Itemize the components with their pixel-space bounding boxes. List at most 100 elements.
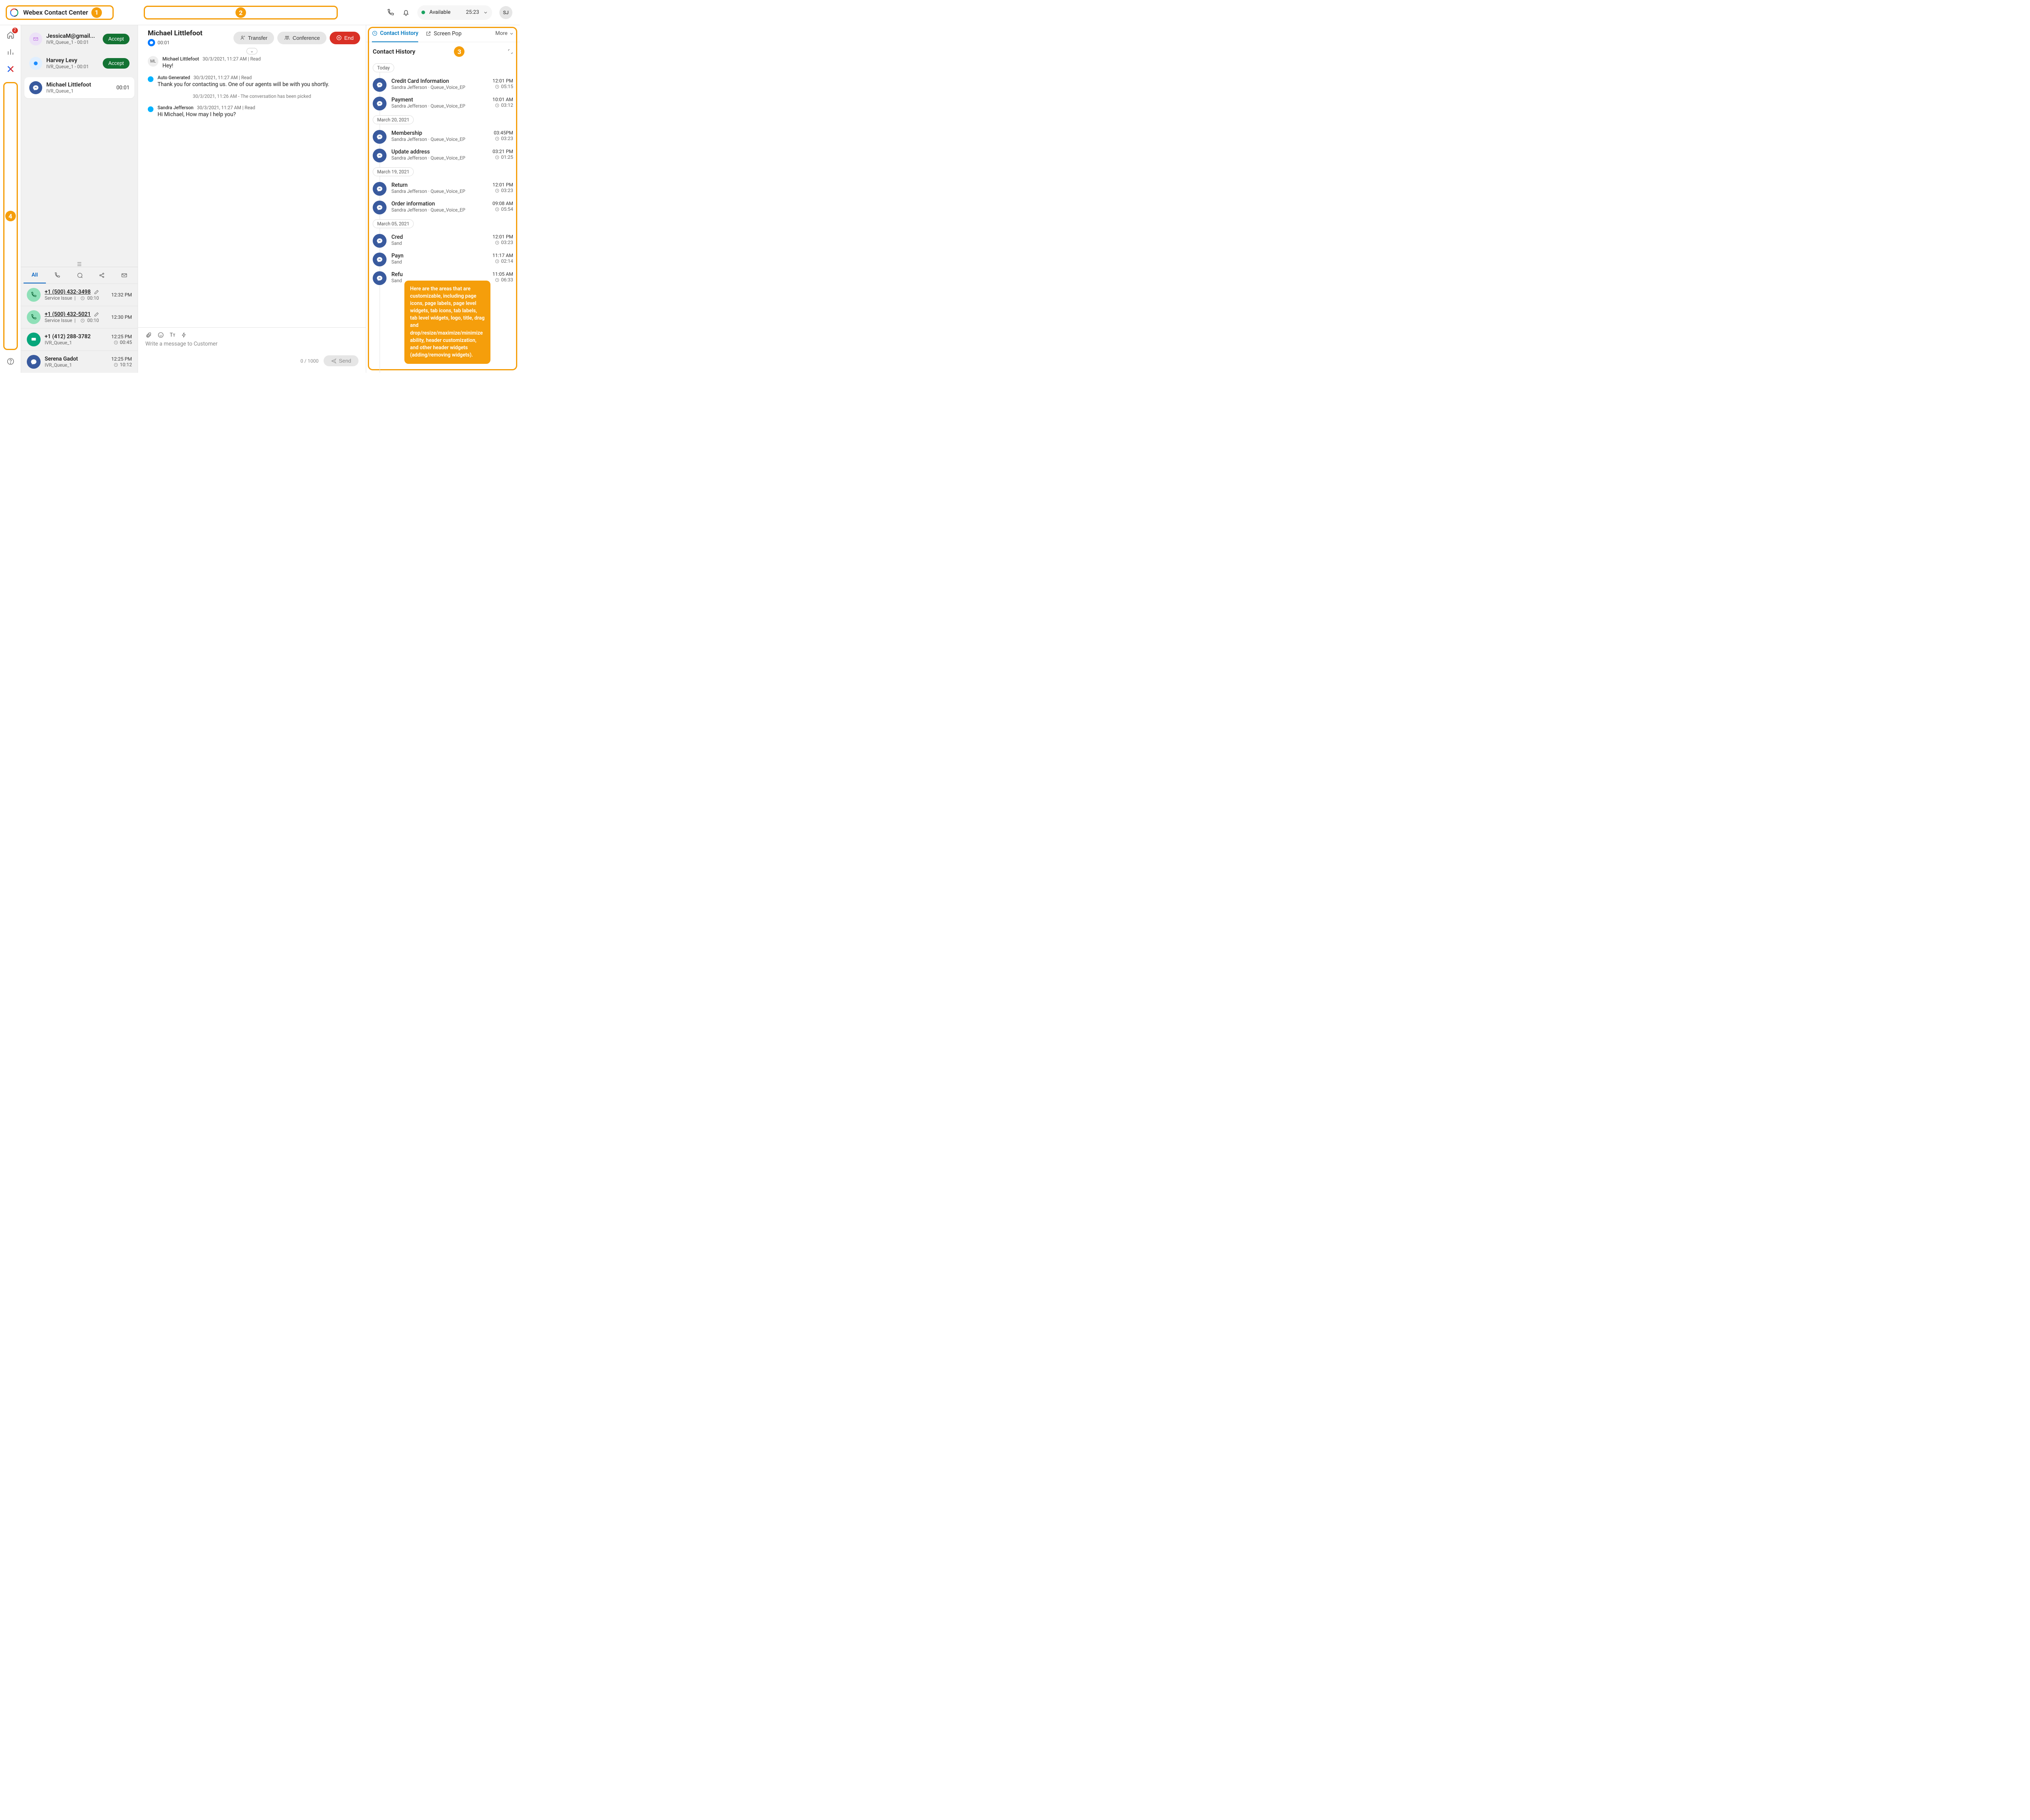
history-row[interactable]: +1 (500) 432-5021Service Issue | 00:1012… [21,306,138,328]
task-incoming[interactable]: Harvey LevyIVR_Queue_1 - 00:01 Accept [24,53,134,74]
history-row[interactable]: +1 (500) 432-3498Service Issue | 00:1012… [21,283,138,306]
conversation-timer: 00:01 [158,40,170,45]
tab-contact-history[interactable]: Contact History [372,25,418,42]
event-sub: Sandra Jefferson · Queue_Voice_EP [391,103,488,109]
task-incoming[interactable]: JessicaM@gmail...IVR_Queue_1 - 00:01Acce… [24,28,134,50]
char-counter: 0 / 1000 [300,358,319,364]
timeline-event[interactable]: CredSand12:01 PM03:23 [373,231,513,250]
history-title: +1 (500) 432-3498 [45,289,91,295]
event-title: Return [391,182,488,188]
timeline-event[interactable]: RefuSand11:05 AM06:33 [373,269,513,287]
transfer-button[interactable]: Transfer [233,32,274,44]
timeline-date-chip: March 05, 2021 [373,219,414,228]
event-time: 03:21 PM [492,149,513,154]
send-button[interactable]: Send [324,355,358,366]
attach-icon[interactable] [145,332,152,338]
user-avatar[interactable]: SJ [499,6,512,19]
channel-icon [27,355,41,369]
nav-help-icon[interactable] [5,356,16,367]
event-duration: 03:23 [492,188,513,193]
messenger-icon [373,201,387,214]
history-row[interactable]: +1 (412) 288-3782IVR_Queue_112:25 PM00:4… [21,328,138,350]
messenger-icon [373,149,387,162]
timeline-event[interactable]: ReturnSandra Jefferson · Queue_Voice_EP1… [373,179,513,198]
tasks-tab-voice-icon[interactable] [46,267,68,283]
event-sub: Sand [391,278,488,283]
logo-area: Webex Contact Center 1 [6,5,114,20]
panel-title: Contact History [373,48,415,55]
header-center-area: 2 [144,6,338,19]
tab-more[interactable]: More [495,30,514,37]
event-sub: Sandra Jefferson · Queue_Voice_EP [391,207,488,213]
history-time: 12:25 PM [111,356,132,362]
event-sub: Sand [391,259,488,265]
edit-icon[interactable] [94,311,99,317]
task-name: Harvey Levy [46,57,99,64]
conversation-title: Michael Littlefoot [148,29,203,37]
event-time: 11:17 AM [492,253,513,258]
status-dot-icon [421,11,425,14]
timeline-date-chip: March 20, 2021 [373,115,414,124]
history-sub: IVR_Queue_1 [45,340,107,346]
emoji-icon[interactable] [158,332,164,338]
timeline-event[interactable]: Update addressSandra Jefferson · Queue_V… [373,146,513,165]
annotation-marker-1: 1 [91,7,102,18]
nav-multicolor-icon[interactable] [5,63,16,75]
message-input[interactable]: Write a message to Customer [145,341,358,347]
tasks-tab-chat-icon[interactable] [68,267,91,283]
task-sub: IVR_Queue_1 - 00:01 [46,64,99,69]
expand-conversation-toggle[interactable]: ⌄ [246,48,257,54]
event-sub: Sand [391,240,488,246]
message: Auto Generated 30/3/2021, 11:27 AM | Rea… [148,75,356,88]
task-sub: IVR_Queue_1 - 00:01 [46,39,99,45]
accept-button[interactable]: Accept [103,58,130,69]
event-time: 10:01 AM [492,97,513,102]
format-icon[interactable]: Tᴛ [170,332,175,338]
event-title: Membership [391,130,489,136]
sender-dot-icon [148,76,153,82]
nav-stats-icon[interactable] [5,46,16,58]
expand-panel-icon[interactable] [508,49,513,54]
event-time: 12:01 PM [492,182,513,188]
left-rail-annotation-frame: 4 [3,82,18,350]
messenger-icon [373,234,387,248]
app-logo-icon [9,7,20,18]
conference-button[interactable]: Conference [277,32,326,44]
history-title: +1 (412) 288-3782 [45,333,91,340]
timeline-event[interactable]: MembershipSandra Jefferson · Queue_Voice… [373,128,513,146]
tasks-tab-all[interactable]: All [24,267,46,283]
messenger-icon [373,253,387,266]
tasks-tab-email-icon[interactable] [113,267,135,283]
edit-icon[interactable] [94,289,99,295]
nav-home-icon[interactable]: 2 [5,29,16,41]
resize-grip-icon[interactable]: ☰ [21,262,138,267]
lightning-icon[interactable] [181,332,187,338]
event-title: Payment [391,97,488,103]
tasks-tab-social-icon[interactable] [91,267,113,283]
timeline-event[interactable]: PaynSand11:17 AM02:14 [373,250,513,269]
timeline-event[interactable]: PaymentSandra Jefferson · Queue_Voice_EP… [373,94,513,113]
tab-screen-pop[interactable]: Screen Pop [425,25,461,42]
event-sub: Sandra Jefferson · Queue_Voice_EP [391,136,489,142]
annotation-tooltip: Here are the areas that are customizable… [404,281,490,364]
event-duration: 05:54 [492,206,513,212]
status-label: Available [429,9,450,15]
message-meta: Auto Generated 30/3/2021, 11:27 AM | Rea… [158,75,329,80]
messenger-icon [373,271,387,285]
message: Sandra Jefferson 30/3/2021, 11:27 AM | R… [148,105,356,118]
timeline-date-chip: March 19, 2021 [373,167,414,176]
status-selector[interactable]: Available 25:23 [417,5,492,20]
channel-icon [29,57,42,70]
history-row[interactable]: Serena GadotIVR_Queue_112:25 PM10:12 [21,350,138,373]
end-button[interactable]: End [330,32,360,44]
event-title: Cred [391,234,488,240]
task-card-active[interactable]: Michael Littlefoot IVR_Queue_1 00:01 [24,77,134,98]
timeline-event[interactable]: Order informationSandra Jefferson · Queu… [373,198,513,217]
conversation-channel-icon [148,39,155,46]
history-title: Serena Gadot [45,356,78,362]
timeline-event[interactable]: Credit Card InformationSandra Jefferson … [373,76,513,94]
bell-icon[interactable] [402,9,410,17]
message-text: Hi Michael, How may I help you? [158,111,255,118]
phone-icon[interactable] [387,9,395,17]
accept-button[interactable]: Accept [103,34,130,44]
